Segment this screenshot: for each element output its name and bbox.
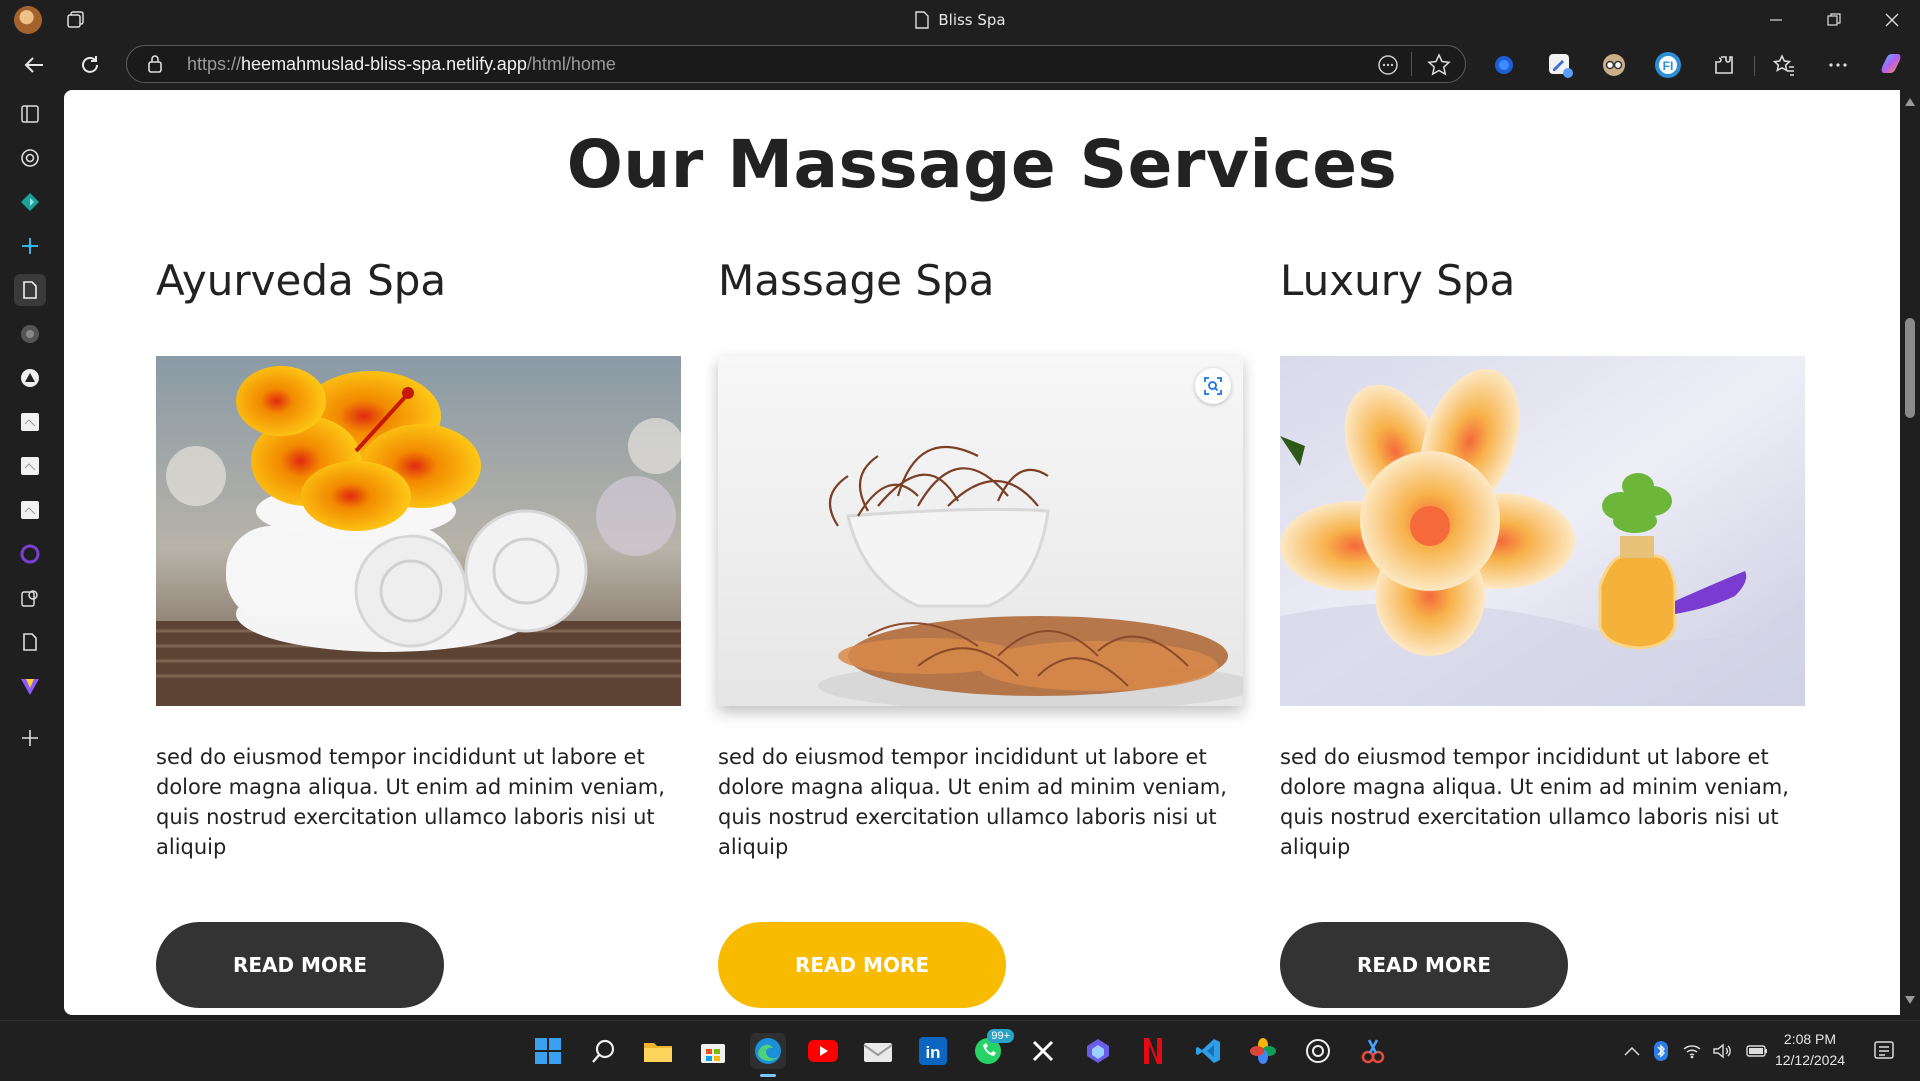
minimize-button[interactable] — [1748, 0, 1804, 40]
notifications-icon[interactable] — [1866, 1033, 1902, 1069]
extension-blue-dot-icon[interactable] — [1488, 49, 1520, 81]
window-title: Bliss Spa — [0, 0, 1920, 40]
refresh-button[interactable] — [74, 49, 106, 81]
card-description: sed do eiusmod tempor incididunt ut labo… — [718, 745, 1227, 859]
url-host: heemahmuslad-bliss-spa.netlify.app — [241, 54, 527, 74]
window-titlebar: Bliss Spa — [0, 0, 1920, 40]
url-path: /html/home — [526, 54, 616, 74]
copilot-app-icon[interactable] — [1080, 1033, 1116, 1069]
close-button[interactable] — [1864, 0, 1920, 40]
address-bar[interactable]: https://heemahmuslad-bliss-spa.netlify.a… — [126, 45, 1466, 83]
sidebar-add-icon[interactable] — [14, 722, 46, 754]
whatsapp-badge: 99+ — [987, 1029, 1014, 1043]
favorite-star-icon[interactable] — [1427, 53, 1451, 81]
read-more-button-luxury[interactable]: READ MORE — [1280, 922, 1568, 1008]
window-title-text: Bliss Spa — [938, 11, 1006, 29]
youtube-icon[interactable] — [805, 1033, 841, 1069]
luxury-spa-image — [1280, 356, 1805, 706]
netflix-icon[interactable] — [1135, 1033, 1171, 1069]
massage-spa-image — [718, 356, 1243, 706]
clock-date: 12/12/2024 — [1774, 1052, 1846, 1068]
page-viewport: Our Massage Services Ayurveda Spa sed do… — [64, 90, 1900, 1015]
scroll-up-icon[interactable] — [1905, 98, 1915, 106]
sidebar-teal-app-icon[interactable] — [14, 186, 46, 218]
page-icon — [915, 11, 930, 29]
search-icon[interactable] — [585, 1033, 621, 1069]
clock-time: 2:08 PM — [1783, 1031, 1837, 1047]
edge-browser-icon[interactable] — [750, 1033, 786, 1077]
sidebar-file-icon[interactable] — [14, 626, 46, 658]
svg-text:in: in — [925, 1043, 940, 1062]
omnibox-divider — [1411, 52, 1412, 76]
system-tray — [1624, 1021, 1768, 1081]
sidebar-page-icon[interactable] — [14, 274, 46, 306]
read-aloud-icon[interactable] — [1377, 54, 1399, 80]
sidebar-sparkle-icon[interactable] — [14, 230, 46, 262]
volume-icon[interactable] — [1712, 1043, 1732, 1059]
card-description: sed do eiusmod tempor incididunt ut labo… — [1280, 745, 1789, 859]
clock[interactable]: 2:08 PM 12/12/2024 — [1770, 1029, 1850, 1071]
visual-search-icon[interactable] — [1195, 368, 1231, 404]
browser-sidebar — [0, 90, 64, 1020]
read-more-button-ayurveda[interactable]: READ MORE — [156, 922, 444, 1008]
vscode-icon[interactable] — [1190, 1033, 1226, 1069]
store-icon[interactable] — [695, 1033, 731, 1069]
linkedin-icon[interactable]: in — [915, 1033, 951, 1069]
photos-icon[interactable] — [1245, 1033, 1281, 1069]
sidebar-doc-app-icon[interactable] — [14, 406, 46, 438]
sidebar-chatgpt-icon[interactable] — [14, 142, 46, 174]
sidebar-tabs-icon[interactable] — [14, 98, 46, 130]
section-heading: Our Massage Services — [566, 126, 1398, 203]
lock-icon[interactable] — [147, 54, 163, 78]
bluetooth-icon[interactable] — [1654, 1041, 1668, 1061]
copilot-icon[interactable] — [1876, 49, 1908, 81]
sidebar-gray-app-icon[interactable] — [14, 318, 46, 350]
toolbar-divider — [1754, 56, 1755, 76]
show-hidden-icons[interactable] — [1624, 1046, 1640, 1056]
sidebar-doc-app-icon-3[interactable] — [14, 494, 46, 526]
more-options-icon[interactable] — [1822, 49, 1854, 81]
extension-glasses-icon[interactable] — [1598, 49, 1630, 81]
wifi-icon[interactable] — [1682, 1043, 1702, 1059]
scrollbar-thumb[interactable] — [1905, 318, 1915, 418]
extensions-icon[interactable] — [1708, 49, 1740, 81]
page-scrollbar[interactable] — [1900, 90, 1920, 1015]
sidebar-vite-icon[interactable] — [14, 670, 46, 702]
back-button[interactable] — [18, 49, 50, 81]
extension-fi-icon[interactable]: FI — [1652, 49, 1684, 81]
svg-text:FI: FI — [1663, 59, 1674, 73]
card-title: Luxury Spa — [1280, 256, 1516, 305]
card-title: Massage Spa — [718, 256, 995, 305]
restore-button[interactable] — [1806, 0, 1862, 40]
read-more-button-massage[interactable]: READ MORE — [718, 922, 1006, 1008]
url-prefix: https:// — [187, 54, 242, 74]
start-button-icon[interactable] — [530, 1033, 566, 1069]
favorites-icon[interactable] — [1768, 49, 1800, 81]
sidebar-triangle-app-icon[interactable] — [14, 362, 46, 394]
ayurveda-spa-image — [156, 356, 681, 706]
sidebar-purple-app-icon[interactable] — [14, 538, 46, 570]
toolbar: https://heemahmuslad-bliss-spa.netlify.a… — [0, 40, 1920, 90]
whatsapp-icon[interactable]: 99+ — [970, 1029, 1014, 1069]
snipping-tool-icon[interactable] — [1355, 1033, 1391, 1069]
url-text[interactable]: https://heemahmuslad-bliss-spa.netlify.a… — [187, 46, 616, 82]
card-title: Ayurveda Spa — [156, 256, 447, 305]
battery-icon[interactable] — [1746, 1045, 1768, 1057]
chatgpt-app-icon[interactable] — [1300, 1033, 1336, 1069]
mail-icon[interactable] — [860, 1033, 896, 1069]
x-twitter-icon[interactable] — [1025, 1033, 1061, 1069]
sidebar-gallery-icon[interactable] — [14, 582, 46, 614]
taskbar: in 99+ 2:08 PM 12/12/2024 — [0, 1020, 1920, 1080]
scroll-down-icon[interactable] — [1905, 996, 1915, 1004]
card-description: sed do eiusmod tempor incididunt ut labo… — [156, 745, 665, 859]
extension-edit-icon[interactable] — [1544, 49, 1576, 81]
active-indicator — [760, 1074, 776, 1077]
sidebar-doc-app-icon-2[interactable] — [14, 450, 46, 482]
file-explorer-icon[interactable] — [640, 1033, 676, 1069]
